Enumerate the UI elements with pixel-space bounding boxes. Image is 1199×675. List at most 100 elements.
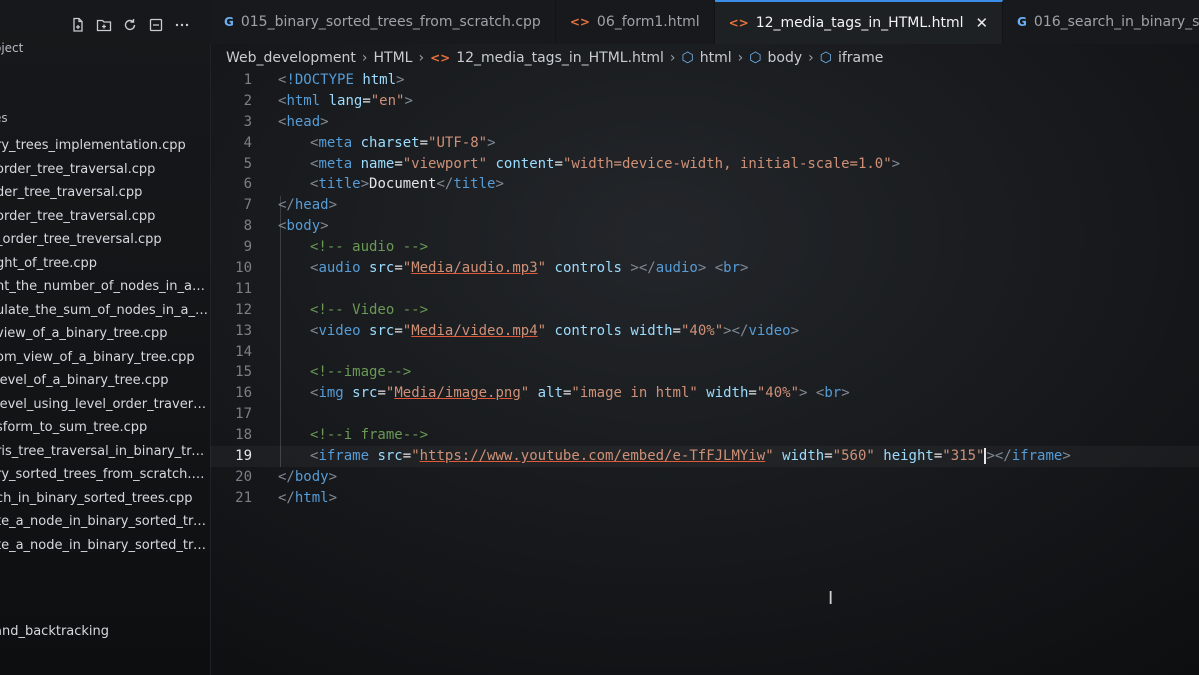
symbol-element-icon: ⬡ [749, 50, 762, 66]
file-item[interactable]: ry_sorted_trees_from_scratch.cpp [0, 463, 208, 487]
code-text: <!--i frame--> [310, 425, 428, 446]
code-token: audio [318, 260, 361, 277]
code-token: br [723, 260, 741, 277]
tab-label: 12_media_tags_in_HTML.html [755, 15, 964, 31]
more-icon[interactable] [174, 17, 190, 33]
code-line[interactable]: 14 [210, 342, 1199, 363]
code-token: title [453, 176, 496, 193]
code-line[interactable]: 8 <body> [210, 216, 1199, 237]
code-token: = [419, 134, 429, 151]
file-item[interactable]: _order_tree_treversal.cpp [0, 228, 208, 252]
file-item[interactable]: om_view_of_a_binary_tree.cpp [0, 346, 208, 370]
tab-2[interactable]: <> 06_form1.html [556, 0, 715, 44]
code-line[interactable]: 20 </body> [210, 467, 1199, 488]
file-item[interactable]: ry_trees_implementation.cpp [0, 134, 208, 158]
breadcrumb-symbol-body[interactable]: body [768, 50, 803, 66]
code-editor[interactable]: 1 <!DOCTYPE html> 2 <html lang="en"> 3 <head>… [210, 70, 1199, 675]
code-text: <title>Document</title> [310, 174, 504, 195]
code-token: " [411, 448, 420, 465]
code-token: <!-- audio --> [310, 239, 429, 256]
breadcrumb-file[interactable]: 12_media_tags_in_HTML.html [456, 50, 664, 66]
file-item[interactable]: order_tree_traversal.cpp [0, 158, 208, 182]
breadcrumb-symbol-html[interactable]: html [700, 50, 732, 66]
code-text: </body> [278, 467, 337, 488]
code-line[interactable]: 9 <!-- audio --> [210, 237, 1199, 258]
new-folder-icon[interactable] [96, 17, 112, 33]
code-token: html [294, 489, 329, 506]
code-token: src [377, 448, 403, 465]
code-token: > [790, 322, 800, 339]
collapse-icon[interactable] [148, 17, 164, 33]
code-token: "40%" [756, 385, 800, 402]
line-number: 6 [243, 176, 252, 193]
code-line[interactable]: 3 <head> [210, 112, 1199, 133]
tab-1[interactable]: G 015_binary_sorted_trees_from_scratch.cp… [210, 0, 556, 44]
line-number: 13 [235, 322, 252, 339]
code-line[interactable]: 4 <meta charset="UTF-8"> [210, 133, 1199, 154]
chevron-right-icon: › [737, 50, 744, 66]
refresh-icon[interactable] [122, 17, 138, 33]
new-file-icon[interactable] [70, 17, 86, 33]
file-item[interactable]: ght_of_tree.cpp [0, 252, 208, 276]
code-line[interactable]: 2 <html lang="en"> [210, 91, 1199, 112]
code-token: "UTF-8" [428, 134, 488, 151]
file-item[interactable]: sform_to_sum_tree.cpp [0, 416, 208, 440]
line-number: 17 [235, 406, 252, 423]
close-icon[interactable]: ✕ [975, 14, 988, 32]
code-line[interactable]: 19 <iframe src="https://www.youtube.com/e… [210, 446, 1199, 467]
code-token: width [706, 385, 749, 402]
file-item[interactable]: level_using_level_order_traversal.c... [0, 393, 208, 417]
file-item[interactable]: te_a_node_in_binary_sorted_tree.... [0, 510, 208, 534]
code-text: <meta charset="UTF-8"> [310, 133, 496, 154]
breadcrumb-folder-html[interactable]: HTML [374, 50, 413, 66]
code-line[interactable]: 1 <!DOCTYPE html> [210, 70, 1199, 91]
file-item[interactable]: ulate_the_sum_of_nodes_in_a_tree... [0, 299, 208, 323]
code-line[interactable]: 11 [210, 279, 1199, 300]
line-number: 20 [235, 468, 252, 485]
code-line[interactable]: 18 <!--i frame--> [210, 425, 1199, 446]
code-line[interactable]: 13 <video src="Media/video.mp4" controls … [210, 321, 1199, 342]
chevron-right-icon: › [808, 50, 814, 66]
file-item[interactable]: order_tree_traversal.cpp [0, 205, 208, 229]
file-item[interactable]: ris_tree_traversal_in_binary_tree.c... [0, 440, 208, 464]
file-item[interactable]: view_of_a_binary_tree.cpp [0, 322, 208, 346]
code-token: <!--i frame--> [310, 427, 429, 444]
code-line[interactable]: 15 <!--image--> [210, 362, 1199, 383]
file-item[interactable]: der_tree_traversal.cpp [0, 181, 208, 205]
breadcrumb-symbol-iframe[interactable]: iframe [838, 50, 883, 66]
code-token: " [537, 260, 547, 277]
code-line[interactable]: 10 <audio src="Media/audio.mp3" controls … [210, 258, 1199, 279]
code-line[interactable]: 12 <!-- Video --> [210, 300, 1199, 321]
code-token: Media/video.mp4 [411, 322, 538, 339]
file-item[interactable]: level_of_a_binary_tree.cpp [0, 369, 208, 393]
code-token: " [520, 385, 530, 402]
explorer-folder-label[interactable]: and_backtracking [0, 624, 109, 639]
line-number: 7 [243, 197, 252, 214]
breadcrumb: Web_development › HTML › <> 12_media_tag… [226, 50, 883, 66]
code-line[interactable]: 21 </html> [210, 488, 1199, 509]
code-token: ></ [723, 322, 749, 339]
file-item[interactable]: nt_the_number_of_nodes_in_a_tre... [0, 275, 208, 299]
symbol-element-icon: ⬡ [819, 50, 832, 66]
code-token: width [630, 322, 673, 339]
explorer-actions [70, 17, 190, 33]
file-item[interactable]: ch_in_binary_sorted_trees.cpp [0, 487, 208, 511]
code-token: iframe [1011, 448, 1063, 465]
code-token: controls [554, 260, 622, 277]
code-line[interactable]: 5 <meta name="viewport" content="width=de… [210, 154, 1199, 175]
tab-3[interactable]: <> 12_media_tags_in_HTML.html ✕ [714, 0, 1004, 44]
code-token: br [824, 385, 842, 402]
file-item[interactable]: te_a_node_in_binary_sorted_tree.... [0, 534, 208, 558]
code-token: " [537, 322, 547, 339]
code-line[interactable]: 7 </head> [210, 195, 1199, 216]
code-token: </ [278, 489, 295, 506]
code-line[interactable]: 17 [210, 404, 1199, 425]
tab-4[interactable]: G 016_search_in_binary_sorted_tre [1003, 0, 1199, 44]
code-line[interactable]: 6 <title>Document</title> [210, 174, 1199, 195]
code-line[interactable]: 16 <img src="Media/image.png" alt="image … [210, 383, 1199, 404]
breadcrumb-folder-web-development[interactable]: Web_development [226, 50, 356, 66]
